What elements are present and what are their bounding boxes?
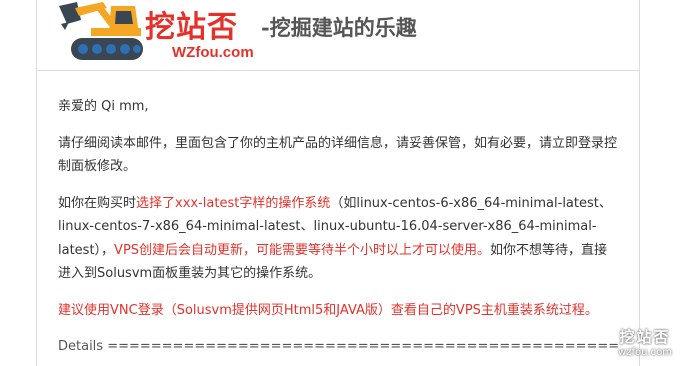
watermark-en: wzfou.com	[618, 347, 672, 358]
os-note-text-1: 如你在购买时	[58, 195, 137, 211]
excavator-logo-icon	[59, 2, 143, 60]
email-body: 亲爱的 Qi mm, 请仔细阅读本邮件，里面包含了你的主机产品的详细信息，请妥善…	[58, 95, 618, 359]
greeting: 亲爱的 Qi mm,	[58, 99, 149, 114]
os-note-paragraph: 如你在购买时选择了xxx-latest字样的操作系统（如linux-centos…	[58, 192, 618, 286]
watermark-cn: 挖站否	[619, 328, 671, 346]
os-note-highlight-2: VPS创建后会自动更新，可能需要等待半个小时以上才可以使用。	[114, 242, 491, 258]
brand-slogan: -挖掘建站的乐趣	[261, 15, 417, 40]
brand-name: 挖站否	[145, 10, 238, 45]
email-frame: 挖站否 WZfou.com -挖掘建站的乐趣 亲爱的 Qi mm, 请仔细阅读本…	[36, 0, 640, 366]
email-header: 挖站否 WZfou.com -挖掘建站的乐趣	[37, 0, 639, 71]
os-note-highlight-1: 选择了xxx-latest字样的操作系统	[136, 195, 331, 211]
watermark: 挖站否 wzfou.com	[618, 326, 672, 358]
brand-domain: WZfou.com	[172, 44, 254, 61]
intro-paragraph: 请仔细阅读本邮件，里面包含了你的主机产品的详细信息，请妥善保管，如有必要，请立即…	[58, 135, 618, 175]
details-divider: Details ================================…	[58, 339, 618, 354]
vnc-tip-paragraph: 建议使用VNC登录（Solusvm提供网页Html5和JAVA版）查看自己的VP…	[58, 302, 598, 318]
